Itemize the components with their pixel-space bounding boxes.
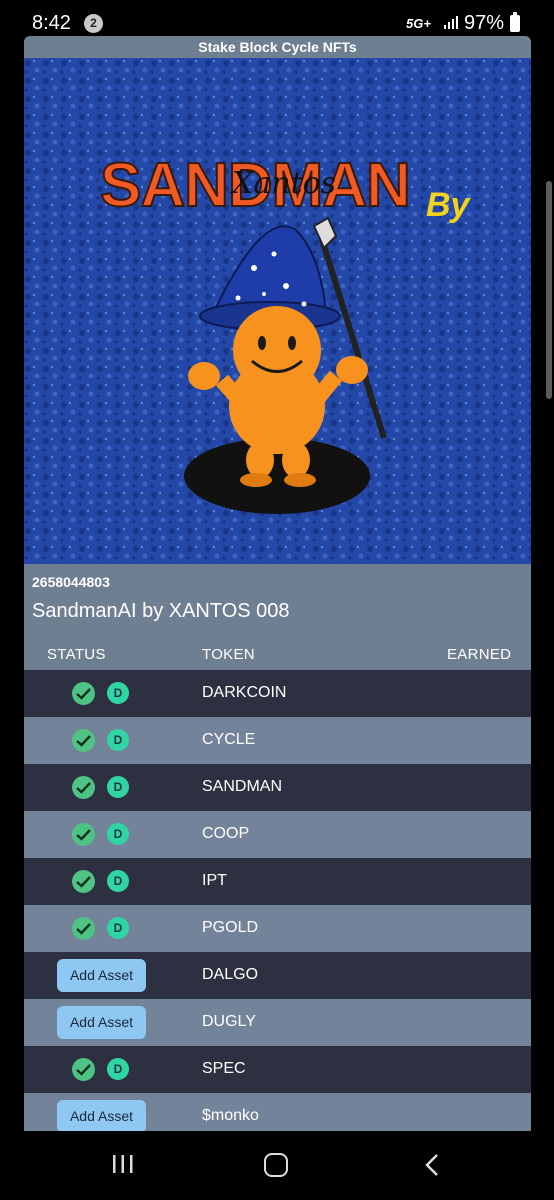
- table-row: D SANDMAN: [24, 764, 531, 811]
- notification-count-badge: 2: [84, 14, 103, 33]
- token-name: $monko: [202, 1107, 259, 1124]
- staked-check-icon: [72, 870, 95, 893]
- staked-check-icon: [72, 776, 95, 799]
- token-badge-icon: D: [107, 776, 129, 798]
- staked-check-icon: [72, 682, 95, 705]
- home-icon[interactable]: [264, 1153, 288, 1177]
- token-name: DUGLY: [202, 1013, 256, 1030]
- staked-check-icon: [72, 823, 95, 846]
- table-row: D CYCLE: [24, 717, 531, 764]
- token-name: SPEC: [202, 1060, 246, 1077]
- token-badge-icon: D: [107, 917, 129, 939]
- add-asset-button[interactable]: Add Asset: [57, 1006, 146, 1039]
- token-name: COOP: [202, 825, 250, 842]
- artwork-signature: Xantos: [230, 166, 336, 201]
- column-header-earned: EARNED: [447, 646, 512, 663]
- staked-check-icon: [72, 917, 95, 940]
- token-name: DALGO: [202, 966, 259, 983]
- system-nav-bar: [0, 1131, 554, 1200]
- token-badge-icon: D: [107, 823, 129, 845]
- token-name: PGOLD: [202, 919, 259, 936]
- table-row: Add Asset DALGO: [24, 952, 531, 999]
- signal-icon: [444, 16, 458, 29]
- table-row: Add Asset $monko: [24, 1093, 531, 1131]
- battery-icon: [510, 12, 520, 32]
- nft-artwork[interactable]: SANDMAN Xantos By: [24, 58, 531, 564]
- token-table: D DARKCOIN D CYCLE D SANDMAN D COOP D IPT D PGOLD Ad…: [24, 670, 531, 1131]
- table-row: D DARKCOIN: [24, 670, 531, 717]
- column-header-token: TOKEN: [202, 646, 255, 663]
- table-row: D PGOLD: [24, 905, 531, 952]
- table-row: D IPT: [24, 858, 531, 905]
- token-badge-icon: D: [107, 1058, 129, 1080]
- staked-check-icon: [72, 729, 95, 752]
- token-badge-icon: D: [107, 682, 129, 704]
- staked-check-icon: [72, 1058, 95, 1081]
- recent-apps-icon[interactable]: [112, 1153, 134, 1175]
- asset-id: 2658044803: [32, 574, 110, 590]
- page-title: Stake Block Cycle NFTs: [198, 39, 357, 55]
- asset-name: SandmanAI by XANTOS 008: [32, 600, 290, 622]
- token-name: CYCLE: [202, 731, 256, 748]
- table-row: D SPEC: [24, 1046, 531, 1093]
- table-row: Add Asset DUGLY: [24, 999, 531, 1046]
- token-name: IPT: [202, 872, 227, 889]
- token-badge-icon: D: [107, 870, 129, 892]
- scrollbar-thumb[interactable]: [546, 181, 552, 399]
- battery-percent: 97%: [464, 12, 505, 34]
- token-name: DARKCOIN: [202, 684, 287, 701]
- column-header-status: STATUS: [47, 646, 106, 663]
- network-indicator: 5G+: [406, 16, 431, 31]
- add-asset-button[interactable]: Add Asset: [57, 959, 146, 992]
- token-name: SANDMAN: [202, 778, 283, 795]
- status-time: 8:42: [32, 12, 71, 34]
- app-window: Stake Block Cycle NFTs SANDMAN Xantos By: [24, 36, 531, 1131]
- back-icon[interactable]: [423, 1153, 441, 1177]
- artwork-by-text: By: [426, 186, 472, 224]
- add-asset-button[interactable]: Add Asset: [57, 1100, 146, 1131]
- table-row: D COOP: [24, 811, 531, 858]
- token-badge-icon: D: [107, 729, 129, 751]
